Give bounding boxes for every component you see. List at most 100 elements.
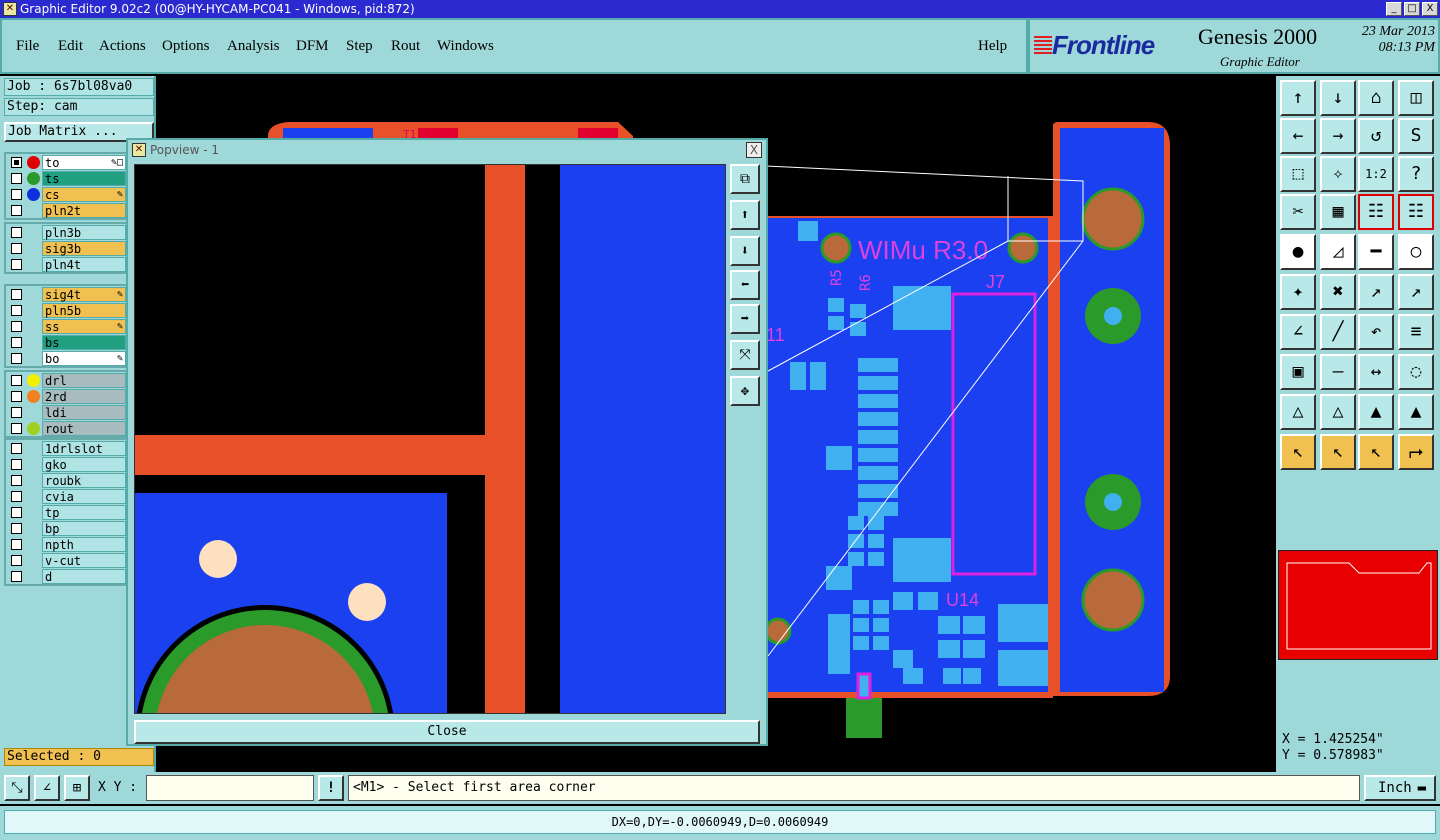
layer-checkbox[interactable] bbox=[11, 539, 22, 550]
layer-checkbox[interactable] bbox=[11, 571, 22, 582]
layer-name[interactable]: pln4t bbox=[42, 257, 126, 272]
layer-name[interactable]: ss ✎ bbox=[42, 319, 126, 334]
slash-icon[interactable]: ╱ bbox=[1320, 314, 1356, 350]
snap-icon[interactable]: ✂ bbox=[1280, 194, 1316, 230]
zoom-in-icon[interactable]: ↓ bbox=[1320, 80, 1356, 116]
layer-checkbox[interactable] bbox=[11, 523, 22, 534]
layer-name[interactable]: d bbox=[42, 569, 126, 584]
popview-right-icon[interactable]: ➡ bbox=[730, 304, 760, 334]
layer-checkbox[interactable] bbox=[11, 443, 22, 454]
layer-name[interactable]: bp bbox=[42, 521, 126, 536]
layer-color-icon[interactable] bbox=[27, 156, 40, 169]
layer-name[interactable]: drl bbox=[42, 373, 126, 388]
measure-red-icon[interactable]: ☷ bbox=[1398, 194, 1434, 230]
layer-name[interactable]: rout bbox=[42, 421, 126, 436]
layer-name[interactable]: cvia bbox=[42, 489, 126, 504]
menu-rout[interactable]: Rout bbox=[391, 38, 420, 55]
overview-map[interactable] bbox=[1278, 550, 1438, 660]
layer-checkbox[interactable] bbox=[11, 475, 22, 486]
layer-name[interactable]: roubk bbox=[42, 473, 126, 488]
layer-name[interactable]: pln2t bbox=[42, 203, 126, 218]
scale-1-2-icon[interactable]: 1:2 bbox=[1358, 156, 1394, 192]
select-icon[interactable]: ▣ bbox=[1280, 354, 1316, 390]
copy-icon[interactable]: ↗ bbox=[1398, 274, 1434, 310]
layer-color-icon[interactable] bbox=[27, 188, 40, 201]
popview-canvas[interactable] bbox=[134, 164, 726, 714]
layer-checkbox[interactable] bbox=[11, 321, 22, 332]
layer-color-icon[interactable] bbox=[27, 422, 40, 435]
layer-checkbox[interactable] bbox=[11, 491, 22, 502]
undo-icon[interactable]: ↶ bbox=[1358, 314, 1394, 350]
mirror-icon[interactable]: Ѕ bbox=[1398, 118, 1434, 154]
layer-name[interactable]: 2rd bbox=[42, 389, 126, 404]
menu-help[interactable]: Help bbox=[978, 38, 1007, 55]
layer-name[interactable]: bs bbox=[42, 335, 126, 350]
xy-input[interactable] bbox=[146, 775, 314, 801]
layer-checkbox[interactable] bbox=[11, 507, 22, 518]
move-icon[interactable]: ↗ bbox=[1358, 274, 1394, 310]
layer-checkbox[interactable] bbox=[11, 259, 22, 270]
layer-name[interactable]: ldi bbox=[42, 405, 126, 420]
split-view-icon[interactable]: ◫ bbox=[1398, 80, 1434, 116]
menu-dfm[interactable]: DFM bbox=[296, 38, 329, 55]
layer-checkbox[interactable] bbox=[11, 407, 22, 418]
layer-name[interactable]: 1drlslot bbox=[42, 441, 126, 456]
pan-left-icon[interactable]: ← bbox=[1280, 118, 1316, 154]
layer-name[interactable]: pln5b bbox=[42, 303, 126, 318]
rotate-icon[interactable]: ↺ bbox=[1358, 118, 1394, 154]
pointer-sel-icon[interactable]: ↖ bbox=[1358, 434, 1394, 470]
arch2-icon[interactable]: ▲ bbox=[1398, 394, 1434, 430]
route-icon[interactable]: ⮣ bbox=[1398, 434, 1434, 470]
zoom-area-icon[interactable]: ⤡ bbox=[4, 775, 30, 801]
pan-right-icon[interactable]: → bbox=[1320, 118, 1356, 154]
layer-name[interactable]: bo ✎ bbox=[42, 351, 126, 366]
pad-icon[interactable]: ● bbox=[1280, 234, 1316, 270]
line-icon[interactable]: ◿ bbox=[1320, 234, 1356, 270]
unit-select[interactable]: Inch ▬ bbox=[1364, 775, 1436, 801]
popview-up-icon[interactable]: ⬆ bbox=[730, 200, 760, 230]
delete-icon[interactable]: ✖ bbox=[1320, 274, 1356, 310]
layer-checkbox[interactable] bbox=[11, 205, 22, 216]
layer-name[interactable]: v-cut bbox=[42, 553, 126, 568]
resize-icon[interactable]: ↔ bbox=[1358, 354, 1394, 390]
home-icon[interactable]: ⌂ bbox=[1358, 80, 1394, 116]
layer-name[interactable]: npth bbox=[42, 537, 126, 552]
fit-icon[interactable]: ⬚ bbox=[1280, 156, 1316, 192]
layer-name[interactable]: tp bbox=[42, 505, 126, 520]
exclamation-button[interactable]: ! bbox=[318, 775, 344, 801]
close-window-button[interactable]: X bbox=[1422, 2, 1438, 16]
layer-checkbox[interactable] bbox=[11, 243, 22, 254]
maximize-button[interactable]: □ bbox=[1404, 2, 1420, 16]
shapes-icon[interactable]: ◌ bbox=[1398, 354, 1434, 390]
layer-checkbox[interactable] bbox=[11, 227, 22, 238]
triangle2-icon[interactable]: △ bbox=[1320, 394, 1356, 430]
help-icon[interactable]: ? bbox=[1398, 156, 1434, 192]
layer-name[interactable]: gko bbox=[42, 457, 126, 472]
menu-actions[interactable]: Actions bbox=[99, 38, 146, 55]
grid-icon[interactable]: ▦ bbox=[1320, 194, 1356, 230]
menu-file[interactable]: File bbox=[16, 38, 39, 55]
menu-step[interactable]: Step bbox=[346, 38, 373, 55]
features-icon[interactable]: ≡ bbox=[1398, 314, 1434, 350]
layer-checkbox[interactable] bbox=[11, 173, 22, 184]
layer-checkbox[interactable] bbox=[11, 423, 22, 434]
measure-icon[interactable]: ∠ bbox=[34, 775, 60, 801]
minimize-button[interactable]: _ bbox=[1386, 2, 1402, 16]
layer-color-icon[interactable] bbox=[27, 172, 40, 185]
menu-options[interactable]: Options bbox=[162, 38, 210, 55]
center-icon[interactable]: ✧ bbox=[1320, 156, 1356, 192]
layer-name[interactable]: pln3b bbox=[42, 225, 126, 240]
layer-name[interactable]: sig3b bbox=[42, 241, 126, 256]
arch-icon[interactable]: ▲ bbox=[1358, 394, 1394, 430]
layer-checkbox[interactable] bbox=[11, 353, 22, 364]
layer-checkbox[interactable] bbox=[11, 305, 22, 316]
popview-center-icon[interactable]: ✥ bbox=[730, 376, 760, 406]
pointer-icon[interactable]: ↖ bbox=[1280, 434, 1316, 470]
minus-icon[interactable]: — bbox=[1320, 354, 1356, 390]
layer-checkbox[interactable] bbox=[11, 157, 22, 168]
layer-name[interactable]: cs ✎ bbox=[42, 187, 126, 202]
layer-color-icon[interactable] bbox=[27, 390, 40, 403]
menu-analysis[interactable]: Analysis bbox=[227, 38, 280, 55]
snap-grid-icon[interactable]: ⊞ bbox=[64, 775, 90, 801]
popview-zoom-icon[interactable]: ⧉ bbox=[730, 164, 760, 194]
